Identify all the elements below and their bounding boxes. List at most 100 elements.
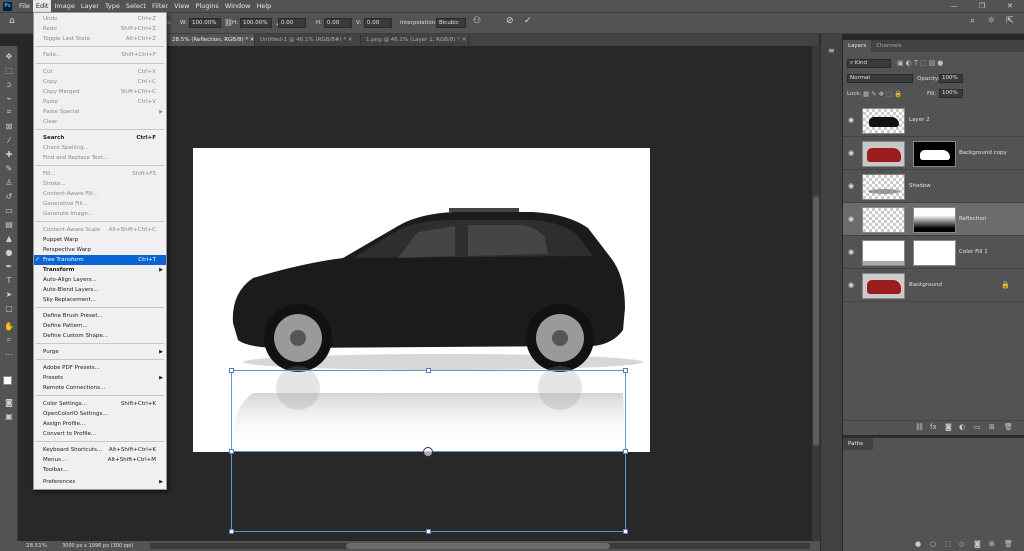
quick-mask-icon[interactable]: ◙ <box>3 396 15 408</box>
menu-item-define-brush[interactable]: Define Brush Preset... <box>34 311 166 321</box>
reference-point-icon[interactable] <box>423 447 433 457</box>
vertical-scrollbar[interactable] <box>812 46 820 541</box>
search-icon[interactable]: ⌕ <box>970 17 975 26</box>
filter-icons[interactable]: ▣◐T⬚▤● <box>897 59 945 67</box>
restore-icon[interactable]: ❐ <box>968 0 996 12</box>
visibility-eye-icon[interactable]: ◉ <box>848 116 858 124</box>
lock-icons[interactable]: ▦✎✥⬚🔒 <box>863 90 904 98</box>
menu-item-transform[interactable]: Transform ▶ <box>34 265 166 275</box>
properties-panel-icon[interactable]: ≡ <box>828 46 835 55</box>
menu-item-check-spelling[interactable]: Check Spelling... <box>34 143 166 153</box>
load-selection-icon[interactable]: ⬚ <box>945 540 952 548</box>
transform-handle[interactable] <box>426 368 431 373</box>
zoom-tool-icon[interactable]: ⌕ <box>3 334 15 346</box>
vskew-field[interactable]: 0.00 <box>364 18 392 28</box>
menu-window[interactable]: Window <box>222 0 254 12</box>
rectangle-tool-icon[interactable]: ▢ <box>3 302 15 314</box>
screen-mode-icon[interactable]: ▣ <box>3 410 15 422</box>
lightbulb-icon[interactable]: ☼ <box>987 17 995 26</box>
fill-path-icon[interactable]: ● <box>915 540 921 548</box>
add-mask-icon[interactable]: ◙ <box>945 423 952 431</box>
fill-field[interactable]: 100% <box>939 89 963 98</box>
scrollbar-thumb[interactable] <box>346 543 610 549</box>
pen-tool-icon[interactable]: ✒ <box>3 260 15 272</box>
menu-item-cut[interactable]: Cut Ctrl+X <box>34 67 166 77</box>
transform-handle[interactable] <box>229 529 234 534</box>
menu-item-opencolorio[interactable]: OpenColorIO Settings... <box>34 409 166 419</box>
eyedropper-tool-icon[interactable]: ⁄ <box>3 134 15 146</box>
menu-view[interactable]: View <box>171 0 192 12</box>
tab-untitled-doc[interactable]: Untitled-1 @ 46.1% (RGB/8#) * ✕ <box>255 34 361 46</box>
menu-item-find-replace[interactable]: Find and Replace Text... <box>34 153 166 163</box>
menu-item-redo[interactable]: Redo Shift+Ctrl+Z <box>34 24 166 34</box>
menu-item-undo[interactable]: Undo Ctrl+Z <box>34 14 166 24</box>
layer-name[interactable]: Shadow <box>909 183 931 189</box>
healing-brush-tool-icon[interactable]: ✚ <box>3 148 15 160</box>
marquee-tool-icon[interactable]: ⬚ <box>3 64 15 76</box>
delete-layer-icon[interactable]: 🗑 <box>1004 423 1013 431</box>
share-icon[interactable]: ⇱ <box>1006 17 1014 26</box>
blend-mode-select[interactable]: Normal <box>847 74 913 83</box>
menu-item-content-aware-fill[interactable]: Content-Aware Fill... <box>34 189 166 199</box>
menu-item-auto-align[interactable]: Auto-Align Layers... <box>34 275 166 285</box>
layer-mask-thumbnail[interactable] <box>913 240 956 266</box>
layer-row[interactable]: ◉ Shadow <box>843 170 1024 203</box>
layer-mask-thumbnail[interactable] <box>913 207 956 233</box>
gradient-tool-icon[interactable]: ▤ <box>3 218 15 230</box>
layer-row[interactable]: ◉ ⛓ Color Fill 1 <box>843 236 1024 269</box>
path-select-tool-icon[interactable]: ➤ <box>3 288 15 300</box>
make-work-path-icon[interactable]: ◇ <box>959 540 964 548</box>
lasso-tool-icon[interactable]: ↄ <box>3 78 15 90</box>
foreground-color-swatch[interactable] <box>3 376 12 385</box>
menu-item-convert-profile[interactable]: Convert to Profile... <box>34 429 166 439</box>
menu-type[interactable]: Type <box>102 0 123 12</box>
dodge-tool-icon[interactable]: ● <box>3 246 15 258</box>
menu-item-pdf-presets[interactable]: Adobe PDF Presets... <box>34 363 166 373</box>
tab-layers[interactable]: Layers <box>843 40 872 52</box>
zoom-level[interactable]: 28.51% <box>26 543 47 549</box>
tab-paths[interactable]: Paths <box>843 438 873 450</box>
menu-layer[interactable]: Layer <box>78 0 102 12</box>
transform-handle[interactable] <box>623 449 628 454</box>
blur-tool-icon[interactable]: ▲ <box>3 232 15 244</box>
menu-item-fade[interactable]: Fade... Shift+Ctrl+F <box>34 50 166 60</box>
menu-edit[interactable]: Edit <box>32 0 52 12</box>
warp-mode-icon[interactable]: ⚇ <box>473 17 481 26</box>
tab-reflection-doc[interactable]: 28.5% (Reflection, RGB/8) * ✕ <box>167 34 255 46</box>
cancel-transform-icon[interactable]: ⊘ <box>506 17 514 26</box>
brush-tool-icon[interactable]: ✎ <box>3 162 15 174</box>
visibility-eye-icon[interactable]: ◉ <box>848 149 858 157</box>
menu-item-presets[interactable]: Presets ▶ <box>34 373 166 383</box>
layer-row[interactable]: ◉ ⛓ Reflection <box>843 203 1024 236</box>
menu-item-perspective-warp[interactable]: Perspective Warp <box>34 245 166 255</box>
menu-item-sky-replacement[interactable]: Sky Replacement... <box>34 295 166 305</box>
menu-file[interactable]: File <box>16 0 33 12</box>
horizontal-scrollbar[interactable] <box>150 543 810 549</box>
opacity-field[interactable]: 100% <box>939 74 963 83</box>
home-icon[interactable]: ⌂ <box>9 17 15 26</box>
menu-select[interactable]: Select <box>123 0 149 12</box>
move-tool-icon[interactable]: ✥ <box>3 50 15 62</box>
menu-filter[interactable]: Filter <box>149 0 171 12</box>
menu-item-purge[interactable]: Purge ▶ <box>34 347 166 357</box>
layer-row[interactable]: ◉ Background 🔒 <box>843 269 1024 302</box>
link-layers-icon[interactable]: ⛓ <box>915 423 924 431</box>
visibility-eye-icon[interactable]: ◉ <box>848 281 858 289</box>
menu-image[interactable]: Image <box>51 0 77 12</box>
close-icon[interactable]: ✕ <box>996 0 1024 12</box>
tab-1png-doc[interactable]: 1.png @ 46.1% (Layer 1, RGB/8) * ✕ <box>361 34 469 46</box>
hskew-field[interactable]: 0.00 <box>324 18 352 28</box>
menu-item-generate-image[interactable]: Generate Image... <box>34 209 166 219</box>
frame-tool-icon[interactable]: ⊠ <box>3 120 15 132</box>
width-field[interactable]: 100.00% <box>189 18 221 28</box>
menu-item-content-aware-scale[interactable]: Content-Aware Scale Alt+Shift+Ctrl+C <box>34 225 166 235</box>
layer-name[interactable]: Layer 2 <box>909 117 930 123</box>
menu-item-keyboard-shortcuts[interactable]: Keyboard Shortcuts... Alt+Shift+Ctrl+K <box>34 445 166 455</box>
layer-filter-select[interactable]: ⌕ Kind <box>847 59 891 68</box>
menu-plugins[interactable]: Plugins <box>193 0 222 12</box>
crop-tool-icon[interactable]: ⌗ <box>3 106 15 118</box>
menu-item-puppet-warp[interactable]: Puppet Warp <box>34 235 166 245</box>
layer-row[interactable]: ◉ Layer 2 <box>843 104 1024 137</box>
adjustment-layer-icon[interactable]: ◐ <box>959 423 965 431</box>
minimize-icon[interactable]: — <box>940 0 968 12</box>
